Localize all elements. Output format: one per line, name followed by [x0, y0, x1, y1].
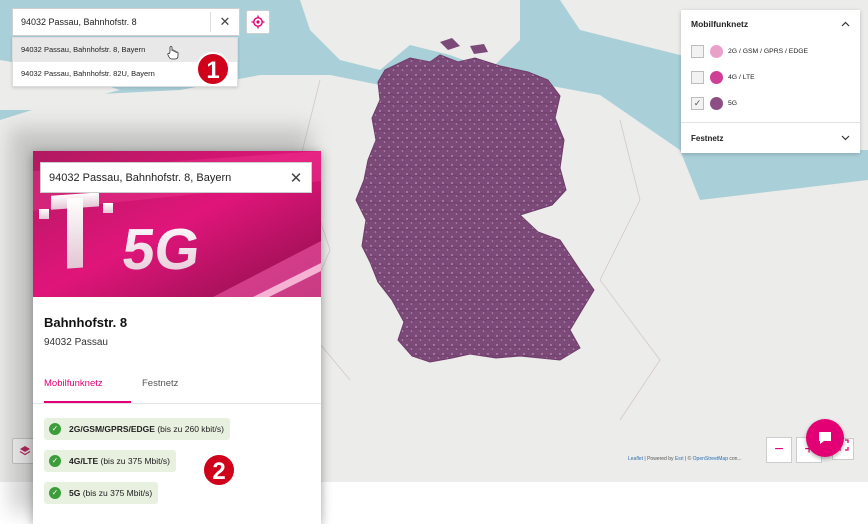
chat-button[interactable] [806, 419, 844, 457]
crosshair-icon [251, 15, 265, 29]
legend-color-dot [710, 70, 723, 84]
address-search-box[interactable]: ✕ [12, 8, 240, 36]
attribution-text: | © [683, 456, 693, 462]
coverage-item-5g: ✓ 5G (bis zu 375 Mbit/s) [44, 482, 159, 504]
legend-item-4g[interactable]: 4G / LTE [681, 64, 860, 90]
chat-bubble-icon [819, 432, 831, 444]
attribution-text: | Powered by [643, 456, 675, 462]
hand-cursor-icon [167, 46, 179, 60]
legend-item-label: 5G [728, 99, 738, 107]
coverage-item-2g: ✓ 2G/GSM/GPRS/EDGE (bis zu 260 kbit/s) [44, 418, 230, 440]
legend-item-label: 4G / LTE [728, 73, 755, 81]
active-tab-indicator [44, 401, 131, 403]
address-search-input[interactable] [13, 17, 210, 27]
legend-color-dot [710, 44, 723, 58]
legend-footer-title: Festnetz [691, 133, 724, 143]
esri-link[interactable]: Esri [675, 456, 684, 462]
legend-header-festnetz[interactable]: Festnetz [681, 123, 860, 153]
tab-festnetz[interactable]: Festnetz [142, 378, 178, 389]
step-badge-1: 1 [196, 52, 230, 86]
step-badge-2: 2 [202, 453, 236, 487]
coverage-tech: 5G [69, 488, 81, 498]
address-city: 94032 Passau [44, 337, 108, 348]
leaflet-link[interactable]: Leaflet [628, 456, 643, 462]
legend-header-mobilfunk[interactable]: Mobilfunknetz [681, 10, 860, 38]
check-circle-icon: ✓ [49, 423, 61, 435]
card-search-box[interactable]: ✕ [40, 162, 312, 193]
coverage-speed: (bis zu 375 Mbit/s) [100, 456, 170, 466]
legend-color-dot [710, 96, 723, 110]
zoom-out-button[interactable]: − [766, 437, 792, 463]
coverage-tech: 4G/LTE [69, 456, 99, 466]
legend-checkbox[interactable] [691, 70, 704, 84]
legend-item-2g[interactable]: 2G / GSM / GPRS / EDGE [681, 38, 860, 64]
clear-search-icon[interactable]: ✕ [211, 14, 239, 30]
attribution-text: con... [727, 456, 742, 462]
card-clear-icon[interactable]: ✕ [281, 169, 311, 187]
coverage-speed: (bis zu 260 kbit/s) [157, 424, 224, 434]
hero-5g-text: 5G [119, 217, 203, 282]
address-street: Bahnhofstr. 8 [44, 315, 128, 330]
chevron-down-icon[interactable] [841, 135, 850, 141]
legend-panel: Mobilfunknetz 2G / GSM / GPRS / EDGE 4G … [681, 10, 860, 153]
legend-item-5g[interactable]: ✓ 5G [681, 90, 860, 116]
chevron-up-icon[interactable] [841, 21, 850, 27]
legend-checkbox-checked[interactable]: ✓ [691, 96, 704, 110]
legend-section-title: Mobilfunknetz [691, 19, 749, 29]
check-circle-icon: ✓ [49, 487, 61, 499]
osm-link[interactable]: OpenStreetMap [693, 456, 728, 462]
card-search-input[interactable] [41, 171, 281, 184]
locate-me-button[interactable] [246, 10, 270, 34]
legend-item-label: 2G / GSM / GPRS / EDGE [728, 47, 809, 55]
map-attribution: Leaflet | Powered by Esri | © OpenStreet… [628, 456, 742, 462]
tab-mobilfunknetz[interactable]: Mobilfunknetz [44, 378, 103, 389]
legend-checkbox[interactable] [691, 44, 704, 58]
check-circle-icon: ✓ [49, 455, 61, 467]
network-tabs: Mobilfunknetz Festnetz [33, 367, 321, 404]
coverage-item-4g: ✓ 4G/LTE (bis zu 375 Mbit/s) [44, 450, 176, 472]
location-detail-card: 5G ✕ Bahnhofstr. 8 94032 Passau Mobilfun… [33, 151, 321, 524]
coverage-tech: 2G/GSM/GPRS/EDGE [69, 424, 155, 434]
coverage-speed: (bis zu 375 Mbit/s) [82, 488, 153, 498]
